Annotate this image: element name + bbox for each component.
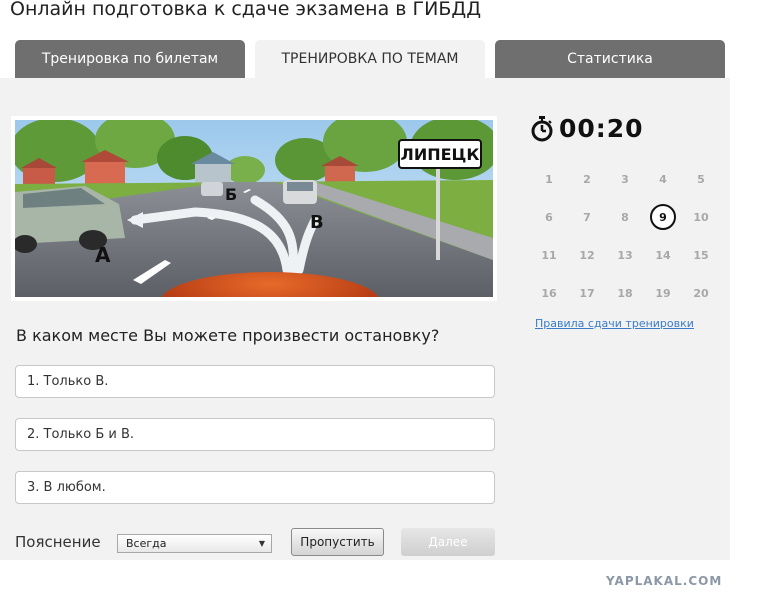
question-number-cell[interactable]: 20 — [686, 278, 716, 308]
training-rules-link[interactable]: Правила сдачи тренировки — [535, 317, 694, 330]
answer-option-1[interactable]: 1. Только В. — [15, 365, 495, 398]
question-text: В каком месте Вы можете произвести остан… — [16, 326, 440, 345]
distant-car — [201, 182, 223, 196]
question-number-cell[interactable]: 15 — [686, 240, 716, 270]
timer: 00:20 — [530, 114, 644, 143]
explanation-label: Пояснение — [15, 533, 101, 551]
tab-tickets[interactable]: Тренировка по билетам — [15, 40, 245, 78]
explanation-selected-value: Всегда — [126, 537, 167, 550]
question-number-cell[interactable]: 14 — [648, 240, 678, 270]
timer-value: 00:20 — [559, 114, 644, 143]
exam-panel: ЛИПЕЦК А Б В В каком месте Вы можете про… — [0, 78, 730, 560]
label-a: А — [95, 243, 111, 267]
question-number-cell[interactable]: 18 — [610, 278, 640, 308]
city-sign-text: ЛИПЕЦК — [401, 145, 480, 164]
label-b: Б — [225, 185, 237, 204]
question-number-cell[interactable]: 12 — [572, 240, 602, 270]
label-v: В — [310, 212, 324, 233]
question-number-cell[interactable]: 10 — [686, 202, 716, 232]
next-button[interactable]: Далее — [401, 528, 495, 556]
question-image: ЛИПЕЦК А Б В — [11, 116, 497, 301]
question-number-cell[interactable]: 19 — [648, 278, 678, 308]
question-number-cell[interactable]: 7 — [572, 202, 602, 232]
question-number-cell[interactable]: 16 — [534, 278, 564, 308]
question-number-cell[interactable]: 4 — [648, 164, 678, 194]
question-number-cell[interactable]: 17 — [572, 278, 602, 308]
question-number-cell[interactable]: 5 — [686, 164, 716, 194]
question-number-cell-current[interactable]: 9 — [650, 204, 676, 230]
question-number-cell[interactable]: 3 — [610, 164, 640, 194]
oncoming-car — [283, 180, 317, 204]
question-number-cell[interactable]: 13 — [610, 240, 640, 270]
road-scene-illustration: ЛИПЕЦК А Б В — [15, 120, 493, 297]
page-title: Онлайн подготовка к сдаче экзамена в ГИБ… — [10, 0, 482, 20]
sign-pole — [436, 166, 440, 260]
question-number-cell[interactable]: 11 — [534, 240, 564, 270]
question-number-cell[interactable]: 8 — [610, 202, 640, 232]
answer-option-3[interactable]: 3. В любом. — [15, 471, 495, 504]
answer-option-2[interactable]: 2. Только Б и В. — [15, 418, 495, 451]
skip-button[interactable]: Пропустить — [291, 528, 384, 556]
question-number-cell[interactable]: 1 — [534, 164, 564, 194]
site-watermark: YAPLAKAL.COM — [606, 574, 723, 588]
question-number-cell[interactable]: 6 — [534, 202, 564, 232]
tab-topics[interactable]: ТРЕНИРОВКА ПО ТЕМАМ — [255, 40, 485, 78]
tab-statistics[interactable]: Статистика — [495, 40, 725, 78]
explanation-select[interactable]: Всегда ▼ — [117, 534, 272, 553]
question-number-cell[interactable]: 2 — [572, 164, 602, 194]
chevron-down-icon: ▼ — [258, 539, 265, 548]
stopwatch-icon — [531, 115, 553, 141]
